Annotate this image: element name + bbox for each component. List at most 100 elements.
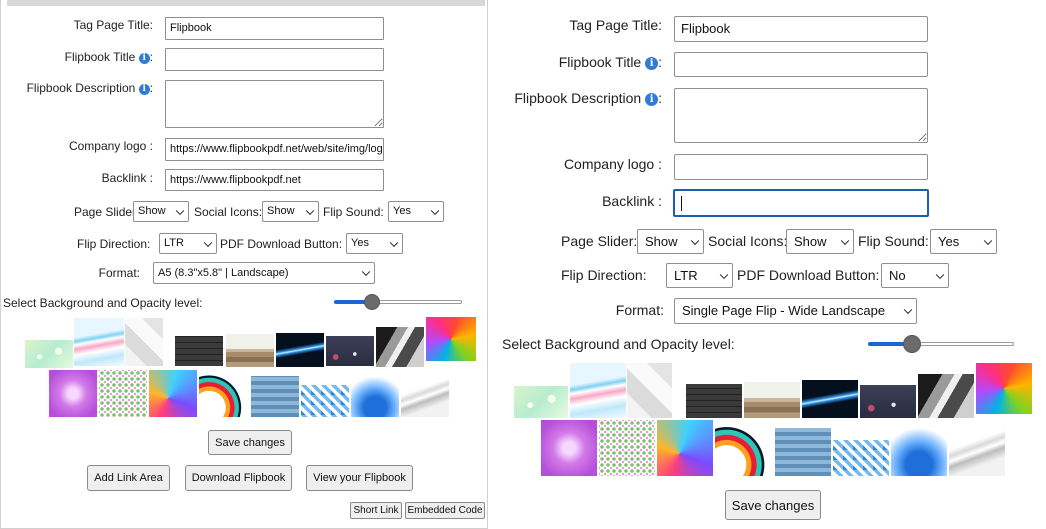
opacity-slider-track — [912, 342, 1014, 346]
chevron-down-icon — [203, 238, 213, 247]
bg-colorful-polygon-thumbnail[interactable] — [149, 370, 197, 417]
view-flipbook-button[interactable]: View your Flipbook — [306, 465, 413, 491]
flipbook-description-textarea[interactable] — [674, 88, 928, 143]
chevron-down-icon — [719, 270, 729, 279]
bg-green-bokeh-thumbnail[interactable] — [514, 386, 568, 418]
flip-direction-label: Flip Direction: — [561, 267, 647, 283]
bg-blue-mosaic-thumbnail[interactable] — [251, 376, 299, 417]
pdf-download-select[interactable]: No — [881, 263, 949, 288]
bg-dark-brick-wall-thumbnail[interactable] — [175, 336, 223, 366]
flipbook-title-label-text: Flipbook Title — [558, 54, 642, 70]
flipbook-title-input[interactable] — [165, 48, 384, 71]
bg-pink-blue-wave-thumbnail[interactable] — [570, 363, 626, 418]
format-select[interactable]: A5 (8.3"x5.8" | Landscape) — [153, 262, 375, 284]
bg-white-geometric-thumbnail[interactable] — [627, 363, 672, 418]
colon-text: : — [658, 90, 662, 106]
bg-blue-splash-thumbnail[interactable] — [351, 370, 399, 417]
bg-dot-pattern-thumbnail[interactable] — [599, 420, 655, 476]
flipbook-title-label: Flipbook Title i: — [65, 50, 153, 64]
bg-purple-sparkle-thumbnail[interactable] — [49, 370, 97, 417]
flip-direction-select[interactable]: LTR — [666, 263, 733, 288]
info-icon[interactable]: i — [138, 84, 150, 95]
embedded-code-button[interactable]: Embedded Code — [405, 502, 485, 519]
flip-sound-label: Flip Sound: — [858, 233, 929, 249]
download-flipbook-button[interactable]: Download Flipbook — [185, 465, 292, 491]
add-link-area-button[interactable]: Add Link Area — [87, 465, 170, 491]
bg-white-silver-curve-thumbnail[interactable] — [949, 420, 1005, 476]
bg-navy-dots-thumbnail[interactable] — [326, 336, 374, 366]
info-icon[interactable]: i — [138, 53, 150, 64]
flipbook-description-textarea[interactable] — [165, 80, 384, 128]
chevron-down-icon — [389, 238, 399, 247]
social-icons-value: Show — [267, 205, 295, 217]
bg-colorful-polygon-thumbnail[interactable] — [657, 420, 713, 476]
backlink-input[interactable] — [673, 189, 929, 217]
bg-blue-light-streak-thumbnail[interactable] — [802, 380, 858, 418]
flipbook-title-label-text: Flipbook Title — [64, 50, 136, 64]
bg-green-bokeh-thumbnail[interactable] — [25, 340, 73, 368]
social-icons-select[interactable]: Show — [786, 229, 854, 254]
company-logo-label: Company logo : — [68, 139, 153, 153]
pdf-download-value: No — [889, 268, 906, 283]
backlink-label: Backlink : — [602, 193, 662, 209]
tag-page-title-input[interactable]: Flipbook — [165, 17, 384, 40]
opacity-slider-track — [372, 300, 462, 304]
page-slider-value: Show — [645, 234, 678, 249]
bg-wooden-floor-thumbnail[interactable] — [744, 382, 800, 418]
social-icons-label: Social Icons: — [708, 233, 788, 249]
tag-page-title-input[interactable]: Flipbook — [674, 16, 928, 42]
tag-page-title-label: Tag Page Title: — [73, 18, 153, 32]
bg-white-geometric-thumbnail[interactable] — [125, 318, 163, 366]
company-logo-input[interactable] — [674, 154, 928, 180]
bg-colorful-petals-thumbnail[interactable] — [426, 317, 476, 361]
flip-direction-select[interactable]: LTR — [159, 233, 217, 254]
chevron-down-icon — [175, 206, 185, 215]
flip-sound-value: Yes — [938, 234, 960, 249]
info-icon[interactable]: i — [645, 57, 659, 70]
flip-sound-select[interactable]: Yes — [930, 229, 997, 254]
page-slider-value: Show — [138, 205, 166, 217]
bg-blue-mosaic-thumbnail[interactable] — [775, 428, 831, 476]
backlink-label: Backlink : — [101, 171, 153, 185]
chevron-down-icon — [935, 270, 945, 279]
backlink-input[interactable]: https://www.flipbookpdf.net — [165, 169, 384, 191]
format-select[interactable]: Single Page Flip - Wide Landscape — [674, 298, 917, 324]
short-link-button[interactable]: Short Link — [350, 502, 402, 519]
pdf-download-select[interactable]: Yes — [346, 233, 403, 254]
company-logo-input[interactable]: https://www.flipbookpdf.net/web/site/img… — [165, 138, 384, 161]
company-logo-label: Company logo : — [563, 156, 662, 172]
page-slider-select[interactable]: Show — [637, 229, 704, 254]
info-icon[interactable]: i — [645, 93, 659, 106]
bg-navy-dots-thumbnail[interactable] — [860, 385, 916, 418]
bg-dark-brick-wall-thumbnail[interactable] — [686, 384, 742, 418]
bg-dot-pattern-thumbnail[interactable] — [99, 370, 147, 417]
background-section-label: Select Background and Opacity level: — [502, 336, 735, 352]
bg-gray-shards-thumbnail[interactable] — [376, 327, 424, 367]
save-changes-button[interactable]: Save changes — [208, 430, 292, 455]
bg-blue-light-streak-thumbnail[interactable] — [276, 333, 324, 367]
chevron-down-icon — [430, 206, 440, 215]
bg-white-silver-curve-thumbnail[interactable] — [401, 370, 449, 417]
bg-colorful-petals-thumbnail[interactable] — [976, 363, 1032, 414]
bg-blue-diamond-pattern-thumbnail[interactable] — [833, 440, 889, 476]
opacity-slider[interactable] — [334, 293, 462, 311]
page-slider-select[interactable]: Show — [133, 201, 189, 222]
save-changes-button[interactable]: Save changes — [725, 490, 821, 520]
bg-pink-blue-wave-thumbnail[interactable] — [74, 318, 124, 366]
bg-blue-splash-thumbnail[interactable] — [891, 420, 947, 476]
colon-text: : — [658, 54, 662, 70]
format-label: Format: — [98, 266, 140, 280]
bg-purple-sparkle-thumbnail[interactable] — [541, 420, 597, 476]
flipbook-title-input[interactable] — [674, 52, 928, 77]
opacity-slider[interactable] — [868, 334, 1014, 354]
flip-sound-select[interactable]: Yes — [388, 201, 444, 222]
opacity-slider-thumb[interactable] — [364, 294, 380, 310]
bg-rainbow-swirl-thumbnail[interactable] — [715, 420, 773, 476]
bg-blue-diamond-pattern-thumbnail[interactable] — [301, 385, 349, 417]
opacity-slider-thumb[interactable] — [903, 335, 921, 353]
social-icons-select[interactable]: Show — [262, 201, 319, 222]
bg-wooden-floor-thumbnail[interactable] — [226, 334, 274, 367]
bg-gray-shards-thumbnail[interactable] — [918, 374, 974, 418]
background-section-label: Select Background and Opacity level: — [3, 296, 203, 310]
bg-rainbow-swirl-thumbnail[interactable] — [199, 370, 249, 417]
